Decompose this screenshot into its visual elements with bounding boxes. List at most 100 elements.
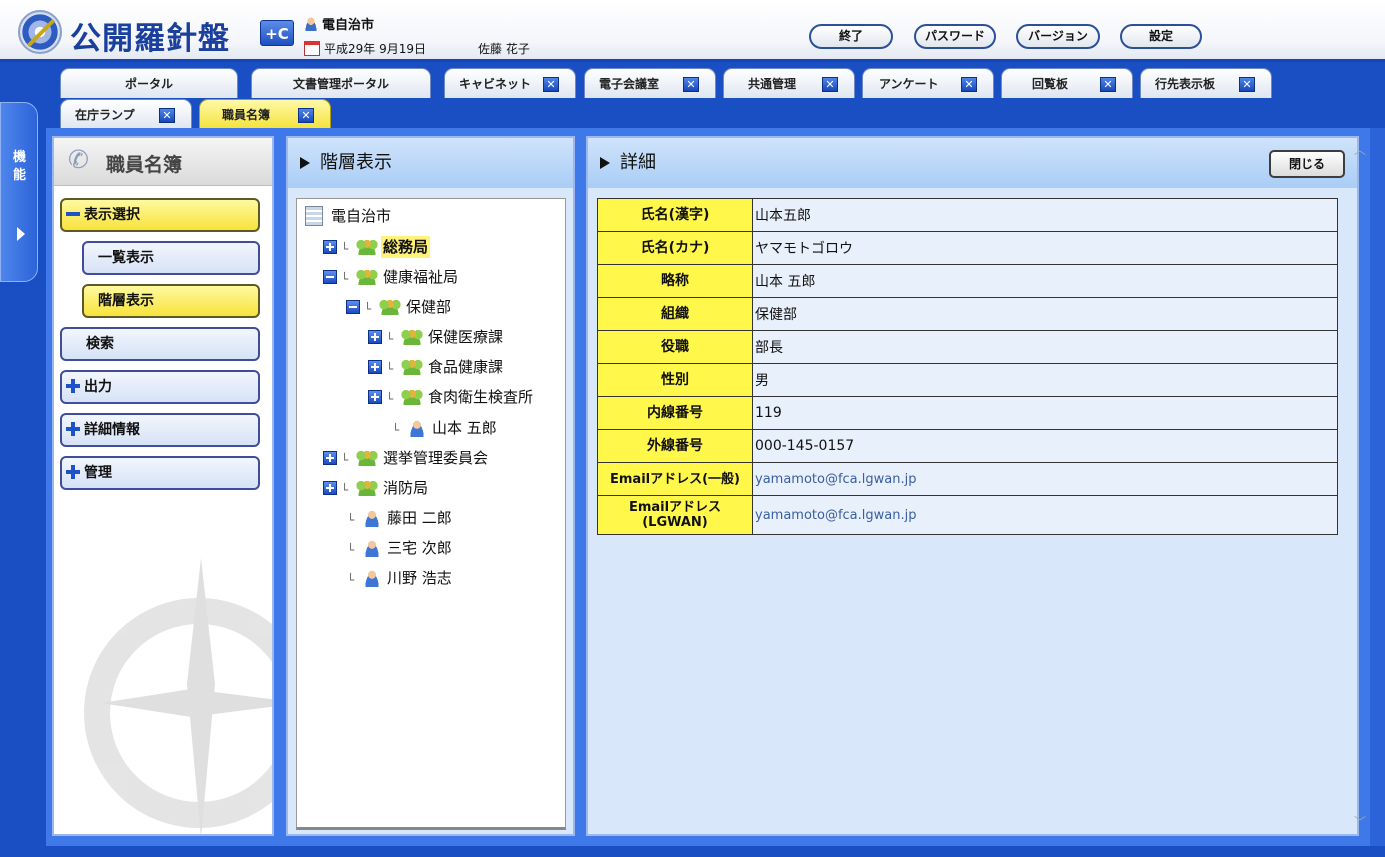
field-label: 内線番号 [597,396,753,430]
tree-node-senkyo[interactable]: └ 選挙管理委員会 [323,447,543,469]
close-icon[interactable] [683,77,699,92]
field-label: 役職 [597,330,753,364]
person-icon [363,509,381,527]
tab-common-admin[interactable]: 共通管理 [723,68,855,98]
menu-hierarchy-view[interactable]: 階層表示 [82,284,260,318]
field-value: 山本五郎 [752,198,1338,232]
menu-admin[interactable]: 管理 [60,456,260,490]
field-label: Emailアドレス(LGWAN) [597,495,753,535]
logo: 公開羅針盤 +C [18,10,298,57]
exit-button[interactable]: 終了 [809,24,893,49]
current-date: 平成29年 9月19日 [304,40,426,57]
group-icon [378,299,402,315]
function-label: 機能 [13,150,27,183]
tree-node-shokuniku-eisei[interactable]: └ 食肉衛生検査所 [368,386,558,408]
field-value: 000-145-0157 [752,429,1338,463]
menu-display-select[interactable]: 表示選択 [60,198,260,232]
field-value: 山本 五郎 [752,264,1338,298]
collapse-icon[interactable] [346,300,360,314]
vertical-scrollbar[interactable]: ︿ ﹀ [1350,136,1370,836]
field-label: 氏名(カナ) [597,231,753,265]
function-side-toggle[interactable]: 機能 [0,102,38,282]
user-name: 佐藤 花子 [478,42,530,56]
person-icon [408,419,426,437]
tree-node-person-fujita[interactable]: └ 藤田 二郎 [341,507,501,529]
close-icon[interactable] [822,77,838,92]
email-link[interactable]: yamamoto@fca.lgwan.jp [752,495,1338,535]
field-value: 部長 [752,330,1338,364]
password-button[interactable]: パスワード [914,24,996,49]
tab-circular[interactable]: 回覧板 [1001,68,1133,98]
close-icon[interactable] [543,77,559,92]
tab-cabinet[interactable]: キャビネット [444,68,576,98]
triangle-right-icon [600,157,610,169]
field-value: ヤマモトゴロウ [752,231,1338,265]
detail-panel-header: 詳細 [588,138,1357,188]
close-icon[interactable] [298,108,314,123]
expand-arrow-icon [17,227,25,241]
detail-panel-title: 詳細 [620,152,656,173]
tree-node-root[interactable]: 電自治市 [305,205,465,227]
tab-e-conference[interactable]: 電子会議室 [584,68,716,98]
field-label: Emailアドレス(一般) [597,462,753,496]
scroll-down-icon[interactable]: ﹀ [1354,816,1366,828]
compass-watermark-icon [74,538,272,834]
expand-icon[interactable] [368,390,382,404]
table-row: 性別男 [597,363,1338,397]
hierarchy-panel-title: 階層表示 [320,152,392,173]
person-icon [363,539,381,557]
table-row: 氏名(カナ) ヤマモトゴロウ [597,231,1338,265]
table-row: 氏名(漢字) 山本五郎 [597,198,1338,232]
close-button[interactable]: 閉じる [1269,150,1345,178]
tab-portal[interactable]: ポータル [60,68,238,98]
close-icon[interactable] [1239,77,1255,92]
tree-node-shokuhin-kenkou[interactable]: └ 食品健康課 [368,356,558,378]
app-window: 公開羅針盤 +C 電自治市 平成29年 9月19日 佐藤 花子 終了 パスワード… [0,0,1385,857]
triangle-right-icon [300,157,310,169]
tree-node-hoken[interactable]: └ 保健部 [346,296,546,318]
expand-icon[interactable] [323,451,337,465]
menu-detail-info[interactable]: 詳細情報 [60,413,260,447]
tree-node-soumu[interactable]: └ 総務局 [323,236,483,258]
logo-badge: +C [260,20,294,46]
settings-button[interactable]: 設定 [1120,24,1202,49]
expand-icon [66,379,80,393]
tree-node-kenkou-fukushi[interactable]: └ 健康福祉局 [323,266,523,288]
tree-node-hoken-iryou[interactable]: └ 保健医療課 [368,326,558,348]
table-row: 組織 保健部 [597,297,1338,331]
current-date-text: 平成29年 9月19日 [324,42,426,56]
table-row: 内線番号 119 [597,396,1338,430]
tab-staff-directory[interactable]: 職員名簿 [199,99,331,129]
group-icon [355,239,379,255]
detail-table: 氏名(漢字) 山本五郎 氏名(カナ) ヤマモトゴロウ 略称 山本 五郎 組織 保健部 役… [597,198,1338,535]
menu-list-view[interactable]: 一覧表示 [82,241,260,275]
email-link[interactable]: yamamoto@fca.lgwan.jp [752,462,1338,496]
close-icon[interactable] [961,77,977,92]
tree-node-person-kawano[interactable]: └ 川野 浩志 [341,567,501,589]
tab-document-portal[interactable]: 文書管理ポータル [251,68,431,98]
menu-output[interactable]: 出力 [60,370,260,404]
collapse-icon[interactable] [323,270,337,284]
version-button[interactable]: バージョン [1016,24,1100,49]
expand-icon[interactable] [323,240,337,254]
expand-icon[interactable] [368,330,382,344]
collapse-icon [66,207,80,221]
expand-icon[interactable] [368,360,382,374]
org-tree: 電自治市 └ 総務局 └ 健康福祉局 └ 保健部 └ 保健医療課 └ 食品健康課… [296,198,566,830]
tab-destination-board[interactable]: 行先表示板 [1140,68,1272,98]
scroll-up-icon[interactable]: ︿ [1354,144,1366,156]
tree-node-person-yamamoto[interactable]: └ 山本 五郎 [386,417,546,439]
tree-node-shoubou[interactable]: └ 消防局 [323,477,523,499]
close-icon[interactable] [1100,77,1116,92]
tab-survey[interactable]: アンケート [862,68,994,98]
person-icon [363,569,381,587]
expand-icon [66,465,80,479]
menu-search[interactable]: 検索 [60,327,260,361]
tree-node-person-miyake[interactable]: └ 三宅 次郎 [341,537,501,559]
tab-office-lamp[interactable]: 在庁ランプ [60,99,192,129]
field-label: 性別 [597,363,753,397]
close-icon[interactable] [159,108,175,123]
expand-icon[interactable] [323,481,337,495]
group-icon [355,269,379,285]
org-name-text: 電自治市 [322,18,375,33]
